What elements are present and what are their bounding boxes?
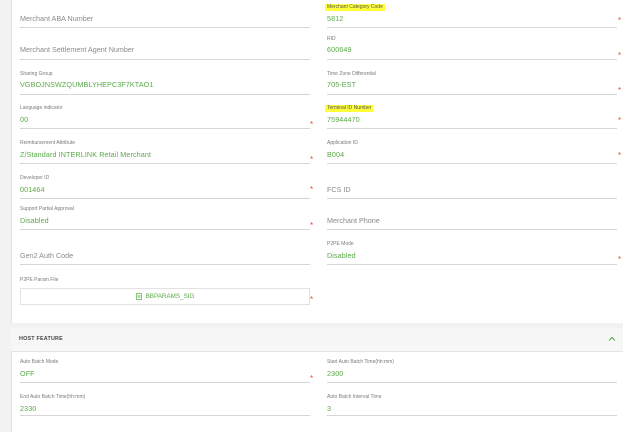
support-partial-approval-value: Disabled xyxy=(20,216,49,225)
terminal-id-required-mark: * xyxy=(618,116,622,125)
time-zone-differential-field[interactable]: Time Zone Differential 705-EST xyxy=(327,71,617,95)
merchant-phone-field[interactable]: Merchant Phone xyxy=(327,212,617,230)
application-id-field[interactable]: Application ID B004 xyxy=(327,140,617,164)
auto-batch-interval-underline xyxy=(327,415,617,416)
terminal-id-underline xyxy=(327,128,617,129)
time-zone-differential-value: 705-EST xyxy=(327,80,357,89)
application-id-label: Application ID xyxy=(327,140,358,146)
start-auto-batch-time-label: Start Auto Batch Time(hh:mm) xyxy=(327,359,394,365)
gen2-auth-code-field[interactable]: Gen2 Auth Code xyxy=(20,247,310,265)
auto-batch-mode-underline xyxy=(20,382,310,383)
partial-approval-required-mark: * xyxy=(310,221,314,230)
merchant-phone-placeholder: Merchant Phone xyxy=(327,216,380,225)
merchant-aba-underline xyxy=(20,27,310,28)
chevron-up-icon[interactable] xyxy=(607,334,617,344)
start-auto-batch-time-field[interactable]: Start Auto Batch Time(hh:mm) 2300 xyxy=(327,359,617,383)
auto-batch-interval-value: 3 xyxy=(327,404,332,413)
rid-value: 600649 xyxy=(327,45,352,54)
terminal-id-label: Terminal ID Number xyxy=(325,105,374,112)
support-partial-approval-field[interactable]: Support Partial Approval Disabled xyxy=(20,206,310,230)
developer-id-underline xyxy=(20,198,310,199)
application-id-value: B004 xyxy=(327,150,345,159)
rid-required-mark: * xyxy=(618,51,622,60)
file-icon xyxy=(135,292,142,300)
application-id-underline xyxy=(327,163,617,164)
start-auto-batch-time-underline xyxy=(327,382,617,383)
settlement-agent-field[interactable]: Merchant Settlement Agent Number xyxy=(20,42,310,60)
sharing-group-label: Sharing Group xyxy=(20,71,53,77)
language-required-mark: * xyxy=(310,120,314,129)
terminal-id-field[interactable]: Terminal ID Number 75944470 xyxy=(325,104,617,129)
auto-batch-mode-field[interactable]: Auto Batch Mode OFF xyxy=(20,359,310,383)
end-auto-batch-time-field[interactable]: End Auto Batch Time(hh:mm) 2330 xyxy=(20,394,310,416)
gen2-auth-code-placeholder: Gen2 Auth Code xyxy=(20,251,74,260)
rid-label: RID xyxy=(327,36,336,42)
p2pe-param-file-required-mark: * xyxy=(310,295,314,304)
p2pe-param-file-name: BBPARAMS_SIG xyxy=(145,293,195,300)
fcs-id-field[interactable]: FCS ID xyxy=(327,181,617,199)
gen2-auth-code-underline xyxy=(20,264,310,265)
time-zone-differential-label: Time Zone Differential xyxy=(327,71,376,77)
start-auto-batch-time-value: 2300 xyxy=(327,369,344,378)
auto-batch-interval-label: Auto Batch Interval Time xyxy=(327,394,382,400)
settlement-agent-underline xyxy=(20,59,310,60)
sharing-group-underline xyxy=(20,94,310,95)
language-indicator-underline xyxy=(20,128,310,129)
merchant-category-code-underline xyxy=(327,27,617,28)
p2pe-param-file-label-wrap: P2PE Param File xyxy=(20,277,220,285)
sharing-group-value: VGBOJNSWZQUMBLYHEPC3F7KTAO1 xyxy=(20,80,154,89)
developer-id-required-mark: * xyxy=(310,185,314,194)
merchant-category-code-value: 5812 xyxy=(327,14,344,23)
tz-required-mark: * xyxy=(618,86,622,95)
rid-underline xyxy=(327,59,617,60)
reimbursement-attribute-underline xyxy=(20,163,310,164)
auto-batch-interval-field[interactable]: Auto Batch Interval Time 3 xyxy=(327,394,617,416)
merchant-phone-underline xyxy=(327,229,617,230)
language-indicator-value: 00 xyxy=(20,115,29,124)
end-auto-batch-time-value: 2330 xyxy=(20,404,37,413)
merchant-aba-placeholder: Merchant ABA Number xyxy=(20,14,94,23)
reimbursement-required-mark: * xyxy=(310,155,314,164)
developer-id-value: 001464 xyxy=(20,185,45,194)
p2pe-param-file-content: BBPARAMS_SIG xyxy=(21,292,309,301)
sharing-group-field[interactable]: Sharing Group VGBOJNSWZQUMBLYHEPC3F7KTAO… xyxy=(20,71,310,95)
p2pe-mode-underline xyxy=(327,264,617,265)
fcs-id-placeholder: FCS ID xyxy=(327,185,351,194)
host-feature-header[interactable]: HOST FEATURE xyxy=(11,328,623,352)
settlement-agent-placeholder: Merchant Settlement Agent Number xyxy=(20,45,135,54)
fcs-id-underline xyxy=(327,198,617,199)
reimbursement-attribute-field[interactable]: Reimbursement Attribute Z/Standard INTER… xyxy=(20,140,310,164)
host-feature-title: HOST FEATURE xyxy=(19,336,63,342)
p2pe-mode-label: P2PE Mode xyxy=(327,241,354,247)
developer-id-field[interactable]: Developer ID 001464 xyxy=(20,175,310,199)
p2pe-mode-value: Disabled xyxy=(327,251,356,260)
reimbursement-attribute-value: Z/Standard INTERLINK Retail Merchant xyxy=(20,150,152,159)
language-indicator-label: Language indicator xyxy=(20,105,63,111)
reimbursement-attribute-label: Reimbursement Attribute xyxy=(20,140,76,146)
merchant-category-code-label: Merchant Category Code xyxy=(325,4,385,11)
mcc-required-mark: * xyxy=(618,16,622,25)
p2pe-param-file-button[interactable]: BBPARAMS_SIG xyxy=(20,288,310,305)
end-auto-batch-time-underline xyxy=(20,415,310,416)
developer-id-label: Developer ID xyxy=(20,175,50,181)
time-zone-differential-underline xyxy=(327,94,617,95)
merchant-aba-field[interactable]: Merchant ABA Number xyxy=(20,10,310,28)
p2pe-param-file-label: P2PE Param File xyxy=(20,277,59,283)
language-indicator-field[interactable]: Language indicator 00 xyxy=(20,105,310,129)
support-partial-approval-label: Support Partial Approval xyxy=(20,206,74,212)
application-id-required-mark: * xyxy=(618,151,622,160)
p2pe-mode-field[interactable]: P2PE Mode Disabled xyxy=(327,241,617,265)
auto-batch-mode-label: Auto Batch Mode xyxy=(20,359,59,365)
merchant-category-code-field[interactable]: Merchant Category Code 5812 xyxy=(325,3,617,28)
p2pe-mode-required-mark: * xyxy=(618,255,622,264)
support-partial-approval-underline xyxy=(20,229,310,230)
rid-field[interactable]: RID 600649 xyxy=(327,36,617,60)
terminal-id-value: 75944470 xyxy=(327,115,360,124)
end-auto-batch-time-label: End Auto Batch Time(hh:mm) xyxy=(20,394,86,400)
auto-batch-mode-value: OFF xyxy=(20,369,35,378)
auto-batch-mode-required-mark: * xyxy=(310,374,314,383)
